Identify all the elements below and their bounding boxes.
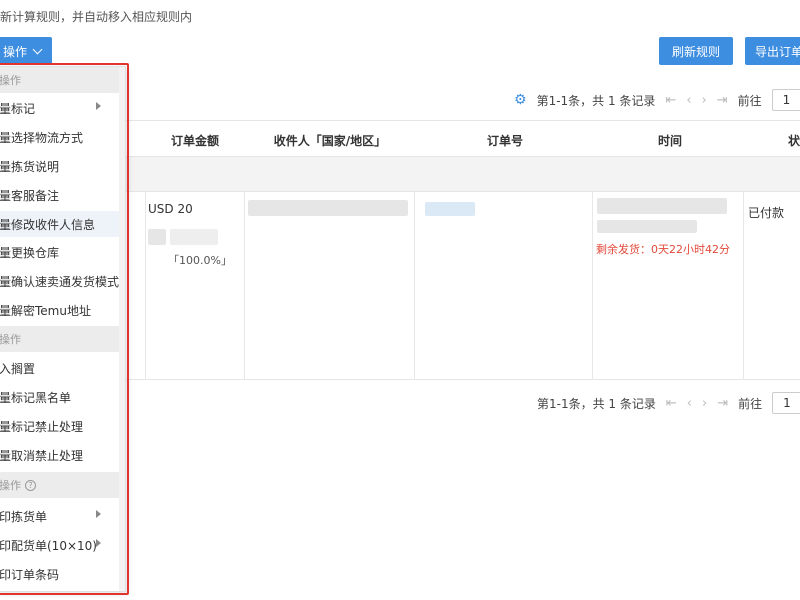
- page-input[interactable]: 1: [772, 392, 800, 414]
- goto-label: 前往: [737, 93, 762, 108]
- first-page-icon[interactable]: ⇤: [665, 93, 676, 108]
- header-time: 时间: [657, 134, 682, 148]
- header-recipient: 收件人「国家/地区」: [273, 134, 387, 148]
- batch-operations-button[interactable]: 操作: [0, 37, 52, 65]
- menu-item[interactable]: 量更换仓库: [0, 239, 121, 265]
- pager-top: ⚙ 第1-1条，共 1 条记录 ⇤ ‹ › ⇥ 前往 1: [514, 89, 800, 111]
- menu-item-label: 量选择物流方式: [0, 130, 84, 145]
- menu-item[interactable]: 入搁置: [0, 355, 121, 381]
- menu-item-label: 量修改收件人信息: [0, 217, 96, 232]
- next-page-icon[interactable]: ›: [702, 396, 707, 411]
- column-divider: [145, 192, 146, 380]
- menu-item[interactable]: 量客服备注: [0, 182, 121, 208]
- menu-item[interactable]: 印配货单(10×10): [0, 532, 121, 558]
- menu-item[interactable]: 量解密Temu地址: [0, 297, 121, 323]
- order-page: 新计算规则，并自动移入相应规则内 操作 刷新规则 导出订单 ⚙ 第1-1条，共 …: [0, 0, 800, 600]
- menu-item[interactable]: 量标记黑名单: [0, 384, 121, 410]
- prev-page-icon[interactable]: ‹: [686, 93, 691, 108]
- menu-group-header: 操作: [0, 326, 121, 352]
- menu-item[interactable]: 量标记禁止处理: [0, 413, 121, 439]
- menu-item-label: 入搁置: [0, 361, 36, 376]
- batch-operations-menu: 操作 量标记 量选择物流方式 量拣货说明 量客服备注 量修改收件人信息 量更换仓…: [0, 66, 126, 592]
- redacted-recipient: [248, 200, 408, 216]
- remaining-ship-time: 剩余发货：0天22小时42分: [596, 243, 730, 256]
- menu-item[interactable]: 量修改收件人信息: [0, 211, 121, 237]
- submenu-arrow-icon: [96, 510, 101, 518]
- last-page-icon[interactable]: ⇥: [717, 396, 728, 411]
- menu-item-label: 量拣货说明: [0, 159, 60, 174]
- order-status: 已付款: [748, 206, 785, 220]
- group-label: 操作: [0, 74, 21, 87]
- help-circle-icon[interactable]: ?: [25, 479, 36, 491]
- menu-item-label: 量更换仓库: [0, 245, 60, 260]
- menu-item[interactable]: 印订单条码: [0, 561, 121, 587]
- header-amount: 订单金额: [170, 134, 219, 148]
- pager-summary: 第1-1条，共 1 条记录: [537, 396, 656, 411]
- group-label: 操作: [0, 479, 21, 492]
- next-page-icon[interactable]: ›: [702, 93, 707, 108]
- menu-item[interactable]: 量选择物流方式: [0, 124, 121, 150]
- first-page-icon[interactable]: ⇤: [666, 396, 677, 411]
- menu-item-label: 量客服备注: [0, 188, 60, 203]
- menu-item[interactable]: 量拣货说明: [0, 153, 121, 179]
- group-label: 操作: [0, 333, 21, 346]
- header-status: 状态: [787, 134, 800, 148]
- gear-icon[interactable]: ⚙: [514, 92, 527, 108]
- menu-item-label: 量取消禁止处理: [0, 448, 84, 463]
- pager-bottom: 第1-1条，共 1 条记录 ⇤ ‹ › ⇥ 前往 1: [537, 392, 800, 414]
- export-orders-button[interactable]: 导出订单: [745, 37, 800, 65]
- order-amount: USD 20: [148, 202, 193, 216]
- menu-scrollbar[interactable]: [119, 67, 125, 591]
- redacted-order-link[interactable]: [425, 202, 475, 216]
- column-divider: [592, 192, 593, 380]
- submenu-arrow-icon: [96, 539, 101, 547]
- column-divider: [244, 192, 245, 380]
- menu-item-label: 量确认速卖通发货模式: [0, 274, 120, 289]
- redacted-block: [148, 229, 166, 245]
- menu-item-label: 量解密Temu地址: [0, 303, 91, 318]
- redacted-block: [170, 229, 218, 245]
- last-page-icon[interactable]: ⇥: [717, 93, 728, 108]
- submenu-arrow-icon: [96, 102, 101, 110]
- column-divider: [743, 192, 744, 380]
- menu-group-header: 操作: [0, 67, 121, 93]
- chevron-down-icon: [32, 44, 43, 54]
- menu-item[interactable]: 量确认速卖通发货模式: [0, 268, 121, 294]
- pager-summary: 第1-1条，共 1 条记录: [536, 93, 656, 108]
- menu-item-label: 量标记禁止处理: [0, 419, 84, 434]
- menu-group-header: 操作?: [0, 472, 121, 498]
- menu-item[interactable]: 印拣货单: [0, 503, 121, 529]
- menu-item-label: 印订单条码: [0, 567, 60, 582]
- menu-item-label: 量标记: [0, 101, 36, 116]
- menu-item-label: 印拣货单: [0, 509, 48, 524]
- refresh-rules-button[interactable]: 刷新规则: [659, 37, 733, 65]
- redacted-time: [597, 220, 697, 233]
- rule-notice: 新计算规则，并自动移入相应规则内: [0, 10, 193, 24]
- header-order-no: 订单号: [486, 134, 523, 148]
- menu-item[interactable]: 量标记: [0, 95, 121, 121]
- prev-page-icon[interactable]: ‹: [687, 396, 692, 411]
- page-input[interactable]: 1: [771, 89, 800, 111]
- redacted-time: [597, 198, 727, 214]
- menu-item-label: 量标记黑名单: [0, 390, 72, 405]
- menu-item[interactable]: 量取消禁止处理: [0, 442, 121, 468]
- ops-button-label: 操作: [2, 44, 27, 59]
- menu-item-label: 印配货单(10×10): [0, 538, 97, 553]
- column-divider: [414, 192, 415, 380]
- goto-label: 前往: [738, 396, 763, 411]
- amount-percent: 「100.0%」: [168, 254, 232, 267]
